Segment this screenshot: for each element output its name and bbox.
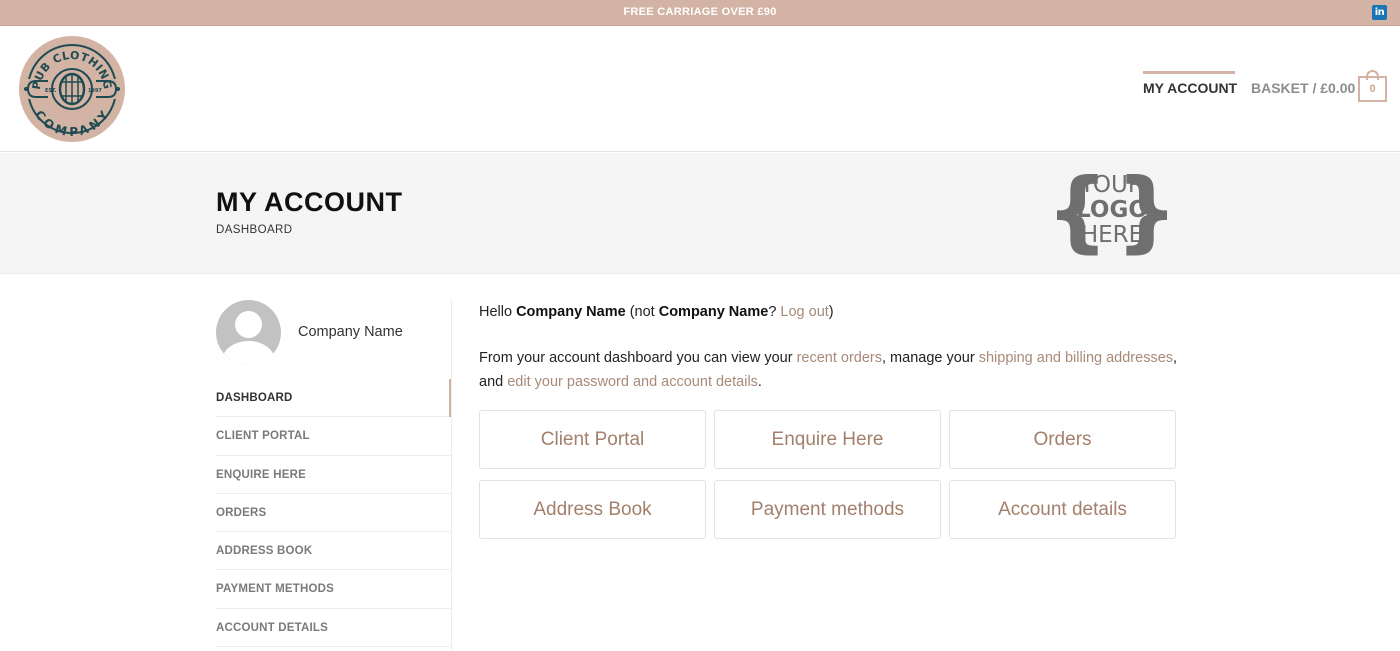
greeting-text: Hello Company Name (not Company Name? Lo… xyxy=(479,304,834,320)
account-details-link[interactable]: edit your password and account details xyxy=(507,374,758,390)
basket-icon[interactable]: 0 xyxy=(1358,70,1387,102)
addresses-link[interactable]: shipping and billing addresses xyxy=(979,350,1173,366)
tile-address-book[interactable]: Address Book xyxy=(479,480,706,539)
active-nav-indicator xyxy=(1143,71,1235,74)
announcement-bar: FREE CARRIAGE OVER £90 in xyxy=(0,0,1400,26)
pub-clothing-logo-icon: PUB CLOTHING COMPANY EST. 1997 xyxy=(19,36,125,142)
greeting-name: Company Name xyxy=(516,304,626,320)
avatar-body-icon xyxy=(222,341,275,365)
greeting-name-2: Company Name xyxy=(658,304,769,320)
sidebar-item-client-portal[interactable]: CLIENT PORTAL xyxy=(216,417,451,456)
nav-basket[interactable]: BASKET / £0.00 xyxy=(1251,80,1355,96)
avatar-head-icon xyxy=(235,311,262,338)
nav-my-account[interactable]: MY ACCOUNT xyxy=(1143,80,1237,96)
right-brace-icon: } xyxy=(1115,159,1178,262)
profile-name: Company Name xyxy=(298,324,403,340)
account-nav: DASHBOARD CLIENT PORTAL ENQUIRE HERE ORD… xyxy=(216,379,451,648)
tile-orders[interactable]: Orders xyxy=(949,410,1176,469)
sidebar-divider xyxy=(451,300,452,651)
greeting-hello: Hello xyxy=(479,304,517,320)
page-subtitle: DASHBOARD xyxy=(216,224,293,236)
avatar xyxy=(216,300,281,365)
sidebar-item-dashboard[interactable]: DASHBOARD xyxy=(216,379,451,418)
dashboard-intro: From your account dashboard you can view… xyxy=(479,346,1179,394)
sidebar-item-enquire-here[interactable]: ENQUIRE HERE xyxy=(216,456,451,494)
site-header: PUB CLOTHING COMPANY EST. 1997 MY ACCOUN… xyxy=(0,26,1400,152)
sidebar-item-orders[interactable]: ORDERS xyxy=(216,494,451,533)
svg-text:EST.: EST. xyxy=(45,88,57,94)
announcement-text: FREE CARRIAGE OVER £90 xyxy=(623,6,777,18)
sidebar-item-address-book[interactable]: ADDRESS BOOK xyxy=(216,532,451,571)
logout-link[interactable]: Log out xyxy=(780,304,828,320)
tile-payment-methods[interactable]: Payment methods xyxy=(714,480,941,539)
page-title-band: MY ACCOUNT DASHBOARD { YOUR LOGO HERE } xyxy=(0,153,1400,274)
greeting-not: (not xyxy=(625,304,659,320)
intro-text-1: From your account dashboard you can view… xyxy=(479,350,797,366)
svg-text:1997: 1997 xyxy=(88,88,102,94)
basket-count: 0 xyxy=(1358,76,1387,102)
greeting-question: ? xyxy=(768,304,781,320)
page-title: MY ACCOUNT xyxy=(216,187,403,217)
tile-account-details[interactable]: Account details xyxy=(949,480,1176,539)
intro-text-4: . xyxy=(757,374,762,390)
greeting-close: ) xyxy=(828,304,834,320)
site-logo[interactable]: PUB CLOTHING COMPANY EST. 1997 xyxy=(18,35,126,143)
intro-text-2: , manage your xyxy=(882,350,979,366)
your-logo-placeholder: { YOUR LOGO HERE } xyxy=(1046,159,1178,262)
sidebar-item-payment-methods[interactable]: PAYMENT METHODS xyxy=(216,570,451,609)
recent-orders-link[interactable]: recent orders xyxy=(797,350,882,366)
linkedin-icon[interactable]: in xyxy=(1372,5,1387,20)
tile-client-portal[interactable]: Client Portal xyxy=(479,410,706,469)
tile-enquire-here[interactable]: Enquire Here xyxy=(714,410,941,469)
sidebar-item-account-details[interactable]: ACCOUNT DETAILS xyxy=(216,609,451,648)
